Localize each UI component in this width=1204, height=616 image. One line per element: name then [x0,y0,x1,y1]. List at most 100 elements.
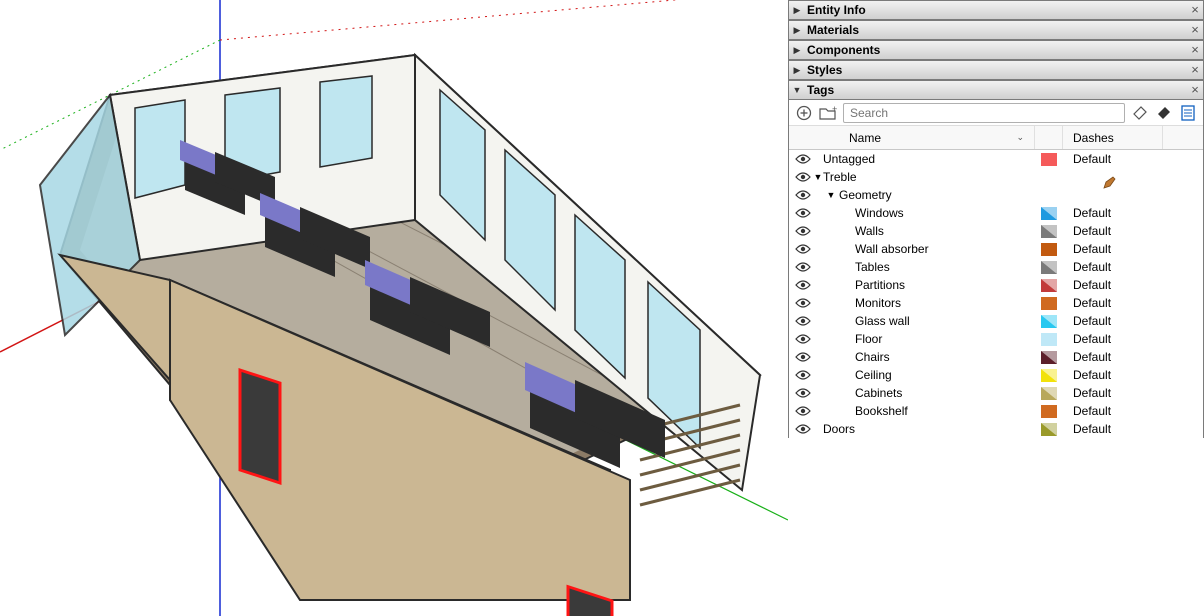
tag-row-untagged[interactable]: Untagged Default [789,150,1203,168]
collapse-icon[interactable]: ▼ [789,85,805,95]
tag-name[interactable]: Chairs [855,350,1035,364]
panel-styles[interactable]: ▶ Styles × [788,60,1204,80]
tag-name[interactable]: Floor [855,332,1035,346]
twist-down-icon[interactable]: ▼ [823,190,839,200]
visibility-eye-icon[interactable] [793,279,813,291]
tag-color-swatch[interactable] [1035,297,1063,310]
tag-row-wall_absorber[interactable]: Wall absorber Default [789,240,1203,258]
visibility-eye-icon[interactable] [793,171,813,183]
tag-dashes[interactable]: Default [1063,422,1163,436]
tag-color-swatch[interactable] [1035,351,1063,364]
tag-name[interactable]: Monitors [855,296,1035,310]
tag-name[interactable]: Windows [855,206,1035,220]
tag-name[interactable]: Bookshelf [855,404,1035,418]
add-tag-folder-icon[interactable]: + [819,104,837,122]
visibility-eye-icon[interactable] [793,261,813,273]
tag-name[interactable]: Doors [823,422,1035,436]
tag-row-monitors[interactable]: Monitors Default [789,294,1203,312]
tag-tool-icon[interactable] [1131,104,1149,122]
panel-tags[interactable]: ▼ Tags × [788,80,1204,100]
visibility-eye-icon[interactable] [793,423,813,435]
visibility-eye-icon[interactable] [793,387,813,399]
tag-name[interactable]: Wall absorber [855,242,1035,256]
tag-dashes[interactable]: Default [1063,350,1163,364]
panel-components[interactable]: ▶ Components × [788,40,1204,60]
close-icon[interactable]: × [1187,43,1203,57]
tag-name[interactable]: Tables [855,260,1035,274]
tag-color-swatch[interactable] [1035,261,1063,274]
tag-row-windows[interactable]: Windows Default [789,204,1203,222]
tag-row-geometry[interactable]: ▼Geometry [789,186,1203,204]
tag-dashes[interactable]: Default [1063,278,1163,292]
tag-color-swatch[interactable] [1035,243,1063,256]
tag-dashes[interactable]: Default [1063,314,1163,328]
close-icon[interactable]: × [1187,83,1203,97]
tag-name[interactable]: Glass wall [855,314,1035,328]
close-icon[interactable]: × [1187,63,1203,77]
tag-color-swatch[interactable] [1035,315,1063,328]
tag-dashes[interactable]: Default [1063,368,1163,382]
tag-search-input[interactable] [843,103,1125,123]
tag-dashes[interactable]: Default [1063,242,1163,256]
tag-dashes[interactable]: Default [1063,206,1163,220]
tag-row-doors[interactable]: Doors Default [789,420,1203,438]
purge-tags-icon[interactable] [1155,104,1173,122]
close-icon[interactable]: × [1187,3,1203,17]
visibility-eye-icon[interactable] [793,405,813,417]
visibility-eye-icon[interactable] [793,225,813,237]
tag-dashes[interactable]: Default [1063,332,1163,346]
tag-name[interactable]: Ceiling [855,368,1035,382]
tag-row-ceiling[interactable]: Ceiling Default [789,366,1203,384]
tag-color-swatch[interactable] [1035,153,1063,166]
tag-dashes[interactable]: Default [1063,404,1163,418]
tag-row-treble[interactable]: ▼Treble [789,168,1203,186]
expand-icon[interactable]: ▶ [789,45,805,56]
tag-color-swatch[interactable] [1035,279,1063,292]
tag-dashes[interactable]: Default [1063,224,1163,238]
visibility-eye-icon[interactable] [793,333,813,345]
tag-dashes[interactable]: Default [1063,152,1163,166]
model-viewport[interactable] [0,0,788,616]
tag-color-swatch[interactable] [1035,225,1063,238]
tag-row-bookshelf[interactable]: Bookshelf Default [789,402,1203,420]
panel-materials[interactable]: ▶ Materials × [788,20,1204,40]
tag-color-swatch[interactable] [1035,387,1063,400]
tag-color-swatch[interactable] [1035,423,1063,436]
tag-color-swatch[interactable] [1035,369,1063,382]
tag-dashes[interactable]: Default [1063,260,1163,274]
tag-name[interactable]: Cabinets [855,386,1035,400]
tag-row-walls[interactable]: Walls Default [789,222,1203,240]
expand-icon[interactable]: ▶ [789,65,805,76]
expand-icon[interactable]: ▶ [789,25,805,36]
visibility-eye-icon[interactable] [793,315,813,327]
column-name[interactable]: Name ⌄ [819,126,1035,149]
visibility-eye-icon[interactable] [793,207,813,219]
visibility-eye-icon[interactable] [793,297,813,309]
tag-row-partitions[interactable]: Partitions Default [789,276,1203,294]
add-tag-icon[interactable] [795,104,813,122]
tag-row-tables[interactable]: Tables Default [789,258,1203,276]
visibility-eye-icon[interactable] [793,189,813,201]
twist-down-icon[interactable]: ▼ [813,172,823,182]
visibility-eye-icon[interactable] [793,369,813,381]
tag-row-floor[interactable]: Floor Default [789,330,1203,348]
tag-row-cabinets[interactable]: CabinetsDefault [789,384,1203,402]
tag-color-swatch[interactable] [1035,207,1063,220]
details-icon[interactable] [1179,104,1197,122]
expand-icon[interactable]: ▶ [789,5,805,16]
column-dashes[interactable]: Dashes [1063,126,1163,149]
close-icon[interactable]: × [1187,23,1203,37]
tag-dashes[interactable]: Default [1063,296,1163,310]
tag-name[interactable]: Walls [855,224,1035,238]
tag-color-swatch[interactable] [1035,333,1063,346]
visibility-eye-icon[interactable] [793,243,813,255]
tag-row-glass_wall[interactable]: Glass wall Default [789,312,1203,330]
visibility-eye-icon[interactable] [793,351,813,363]
tag-color-swatch[interactable] [1035,405,1063,418]
tag-name[interactable]: Partitions [855,278,1035,292]
visibility-eye-icon[interactable] [793,153,813,165]
tag-row-chairs[interactable]: Chairs Default [789,348,1203,366]
tag-name[interactable]: Treble [823,170,1035,184]
tag-name[interactable]: Geometry [839,188,1035,202]
tag-name[interactable]: Untagged [823,152,1035,166]
